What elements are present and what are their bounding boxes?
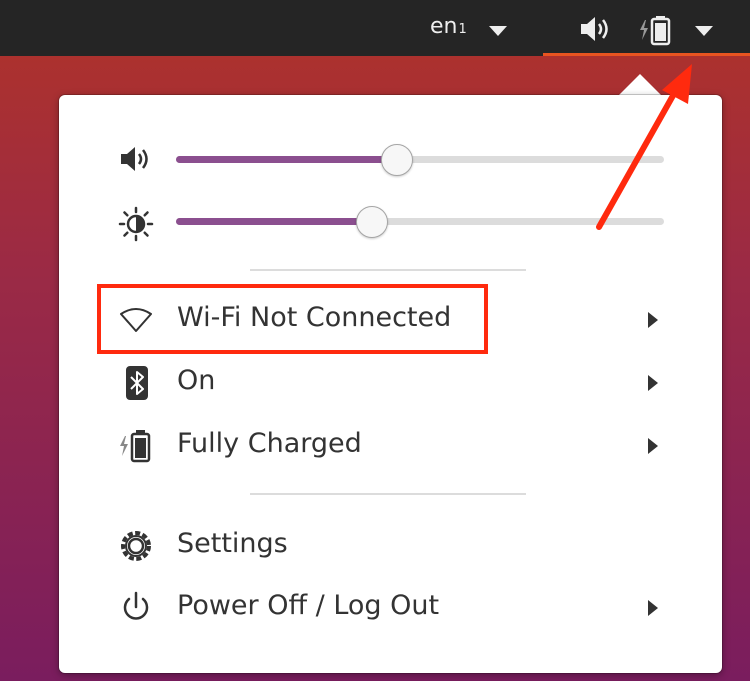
menu-item-battery[interactable]: Fully Charged: [118, 424, 658, 468]
active-indicator-underline: [543, 53, 750, 56]
submenu-arrow-icon: [648, 600, 658, 616]
brightness-slider-row[interactable]: [118, 202, 678, 242]
language-label: en: [430, 14, 458, 39]
brightness-slider-fill: [176, 218, 372, 225]
menu-item-bluetooth[interactable]: On: [118, 361, 658, 405]
volume-icon: [121, 147, 148, 171]
volume-slider-handle[interactable]: [380, 144, 413, 176]
separator: [250, 269, 526, 271]
brightness-icon: [118, 206, 154, 242]
bluetooth-status-label: On: [177, 365, 216, 396]
battery-status-label: Fully Charged: [177, 428, 362, 459]
volume-slider-track[interactable]: [176, 144, 664, 176]
battery-charging-icon: [120, 430, 151, 463]
brightness-slider-track[interactable]: [176, 206, 664, 238]
input-source-indicator[interactable]: en 1: [430, 14, 467, 39]
power-icon: [123, 591, 149, 620]
menu-item-power[interactable]: Power Off / Log Out: [118, 586, 658, 630]
separator: [250, 493, 526, 495]
input-source-caret-icon[interactable]: [489, 26, 507, 36]
settings-label: Settings: [177, 528, 288, 559]
settings-gear-icon: [121, 531, 151, 561]
wifi-highlight-annotation: [97, 284, 488, 354]
power-label: Power Off / Log Out: [177, 590, 440, 621]
volume-icon[interactable]: [578, 14, 614, 44]
top-bar: en 1: [0, 0, 750, 56]
menu-item-settings[interactable]: Settings: [118, 524, 658, 568]
brightness-slider-handle[interactable]: [356, 206, 389, 238]
system-menu-caret-icon[interactable]: [695, 26, 713, 36]
menu-pointer: [618, 74, 662, 96]
bluetooth-icon: [126, 366, 148, 400]
volume-slider-row[interactable]: [118, 140, 678, 180]
battery-charging-icon[interactable]: [638, 14, 674, 46]
submenu-arrow-icon: [648, 375, 658, 391]
language-subscript: 1: [458, 22, 467, 37]
submenu-arrow-icon: [648, 438, 658, 454]
submenu-arrow-icon: [648, 312, 658, 328]
volume-slider-fill: [176, 156, 396, 163]
